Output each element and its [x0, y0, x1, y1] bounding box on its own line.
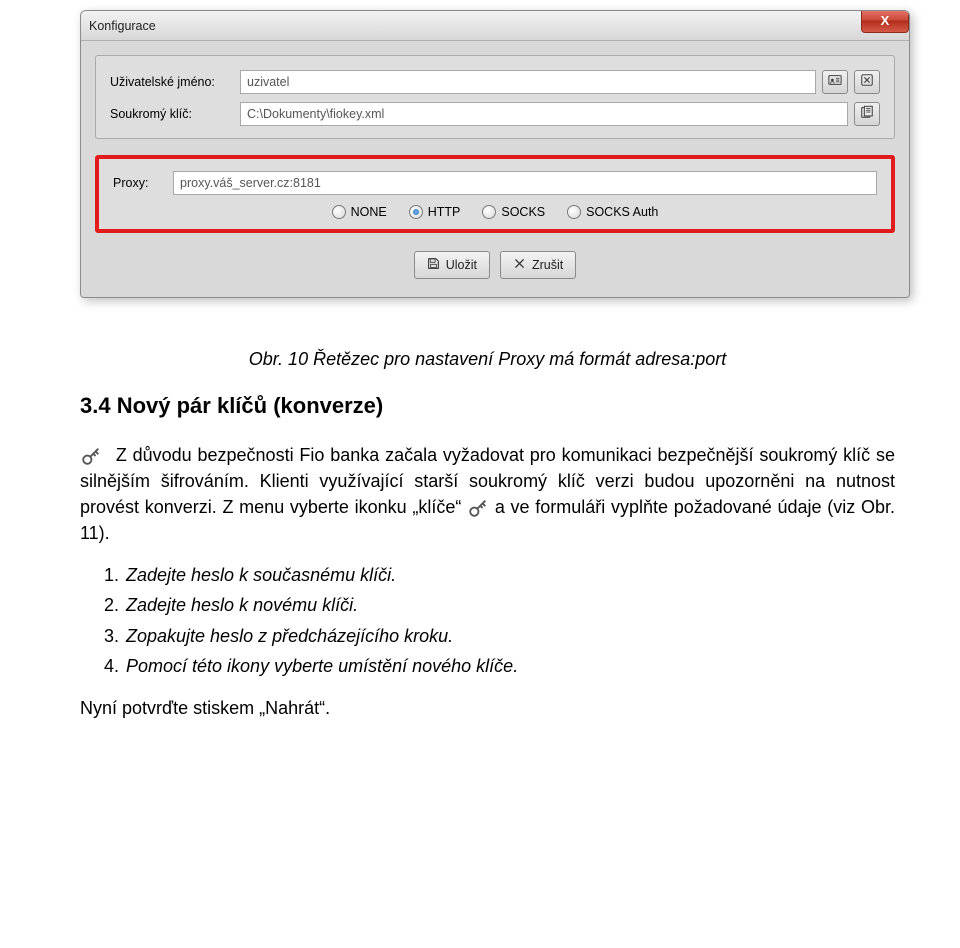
window-client: Uživatelské jméno: [81, 41, 909, 297]
radio-label: SOCKS [501, 205, 545, 219]
cancel-button[interactable]: Zrušit [500, 251, 576, 279]
close-button[interactable]: X [861, 10, 909, 33]
radio-icon [482, 205, 496, 219]
username-label: Uživatelské jméno: [110, 75, 240, 89]
user-card-button[interactable] [822, 70, 848, 94]
titlebar: Konfigurace X [81, 11, 909, 41]
document-body: Obr. 10 Řetězec pro nastavení Proxy má f… [10, 328, 950, 721]
proxy-radio-socks-auth[interactable]: SOCKS Auth [567, 205, 658, 219]
proxy-label: Proxy: [113, 176, 173, 190]
id-card-icon [828, 73, 842, 92]
radio-label: NONE [351, 205, 387, 219]
clear-user-button[interactable] [854, 70, 880, 94]
credentials-group: Uživatelské jméno: [95, 55, 895, 139]
private-key-input[interactable] [240, 102, 848, 126]
proxy-radio-none[interactable]: NONE [332, 205, 387, 219]
list-item: 1.Zadejte heslo k současnému klíči. [104, 562, 895, 588]
radio-icon [567, 205, 581, 219]
figure-caption: Obr. 10 Řetězec pro nastavení Proxy má f… [80, 346, 895, 372]
cancel-icon [513, 257, 526, 273]
radio-icon [332, 205, 346, 219]
close-icon: X [881, 13, 890, 28]
cancel-button-label: Zrušit [532, 258, 563, 272]
proxy-radio-socks[interactable]: SOCKS [482, 205, 545, 219]
window-title: Konfigurace [89, 19, 156, 33]
key-icon [467, 497, 489, 519]
private-key-label: Soukromý klíč: [110, 107, 240, 121]
username-input[interactable] [240, 70, 816, 94]
section-heading: 3.4 Nový pár klíčů (konverze) [80, 390, 895, 422]
list-item: 2.Zadejte heslo k novému klíči. [104, 592, 895, 618]
save-icon [427, 257, 440, 273]
steps-list: 1.Zadejte heslo k současnému klíči. 2.Za… [104, 562, 895, 678]
radio-icon [409, 205, 423, 219]
proxy-group: Proxy: NONE HTTP [95, 155, 895, 233]
proxy-radio-http[interactable]: HTTP [409, 205, 461, 219]
save-button[interactable]: Uložit [414, 251, 490, 279]
browse-key-button[interactable] [854, 102, 880, 126]
save-button-label: Uložit [446, 258, 477, 272]
paragraph-1: Z důvodu bezpečnosti Fio banka začala vy… [80, 442, 895, 546]
x-box-icon [860, 73, 874, 92]
radio-label: HTTP [428, 205, 461, 219]
file-browse-icon [860, 105, 874, 124]
list-item: 4.Pomocí této ikony vyberte umístění nov… [104, 653, 895, 679]
key-icon [80, 445, 102, 467]
list-item: 3.Zopakujte heslo z předcházejícího krok… [104, 623, 895, 649]
proxy-input[interactable] [173, 171, 877, 195]
proxy-radio-row: NONE HTTP SOCKS SOCKS Auth [113, 205, 877, 219]
closing-line: Nyní potvrďte stiskem „Nahrát“. [80, 695, 895, 721]
config-window: Konfigurace X Uživatelské jméno: [80, 10, 910, 298]
radio-label: SOCKS Auth [586, 205, 658, 219]
